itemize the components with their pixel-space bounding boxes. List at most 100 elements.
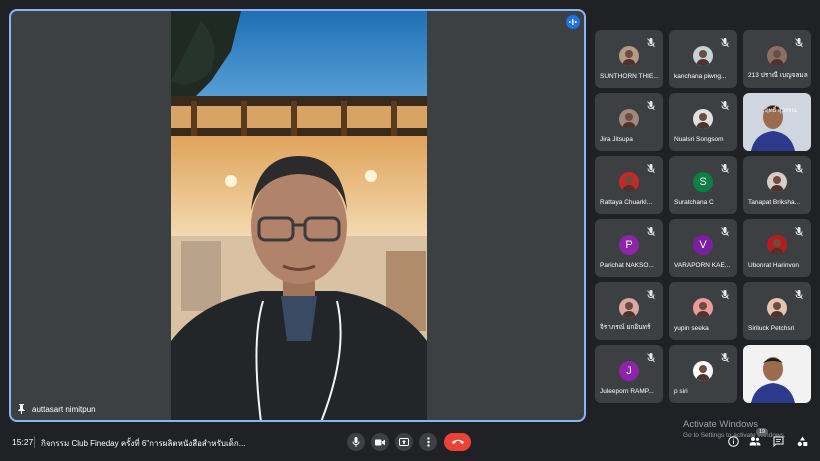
- meeting-details-button[interactable]: [726, 434, 740, 448]
- participant-name: Tanapat Briksha...: [748, 199, 801, 206]
- participant-tile[interactable]: S Suratchana C: [669, 156, 737, 214]
- microphone-button[interactable]: [347, 433, 365, 451]
- present-screen-icon: [399, 438, 409, 446]
- participant-count-badge: 19: [756, 428, 768, 436]
- avatar: [619, 109, 639, 129]
- main-speaker-tile[interactable]: auttasart nimitpun: [9, 9, 586, 422]
- mic-off-icon: [647, 98, 655, 111]
- participant-name: Parichat NAKSO...: [600, 262, 654, 269]
- participant-tile[interactable]: V VARAPORN KAE...: [669, 219, 737, 277]
- avatar: [767, 46, 787, 66]
- avatar: [767, 298, 787, 318]
- present-screen-button[interactable]: [395, 433, 413, 451]
- avatar: P: [619, 235, 639, 255]
- participant-tile[interactable]: Nualsri Songsom: [669, 93, 737, 151]
- speaking-indicator-icon: [566, 15, 580, 29]
- speaker-video: [171, 11, 427, 420]
- participant-tile[interactable]: yupin seeka: [669, 282, 737, 340]
- participant-video: [743, 93, 811, 151]
- participant-name: Siriluck Petchsri: [748, 325, 795, 332]
- people-icon: [749, 437, 761, 446]
- participant-tile[interactable]: Ubonrat Harinvon: [743, 219, 811, 277]
- participant-name: Nualsri Songsom: [674, 136, 724, 143]
- participant-name: ฤทธิ์ สุวรรณ: [765, 108, 797, 114]
- activities-icon: [797, 436, 807, 446]
- participant-name: 213 ปราณี เบญจลมล: [748, 72, 808, 79]
- mic-off-icon: [721, 350, 729, 363]
- speaker-name-label: auttasart nimitpun: [17, 404, 96, 414]
- avatar: [767, 235, 787, 255]
- avatar: J: [619, 361, 639, 381]
- mic-off-icon: [721, 161, 729, 174]
- more-vert-icon: [426, 437, 430, 447]
- chat-button[interactable]: [771, 434, 785, 448]
- bottom-control-bar: 15:27 กิจกรรม Club Fineday ครั้งที่ 6"กา…: [0, 428, 820, 461]
- participant-tile[interactable]: ฤทธิ์ สุวรรณ: [743, 93, 811, 151]
- participant-tile[interactable]: Siriluck Petchsri: [743, 282, 811, 340]
- participant-name: yupin seeka: [674, 325, 709, 332]
- mic-off-icon: [721, 287, 729, 300]
- speaker-name: auttasart nimitpun: [32, 404, 96, 414]
- clock-time: 15:27: [12, 437, 34, 447]
- participant-video: [743, 345, 811, 403]
- mic-off-icon: [795, 224, 803, 237]
- participant-tile[interactable]: Jira Jitsupa: [595, 93, 663, 151]
- avatar: [693, 361, 713, 381]
- participant-name: Juleeporn RAMP...: [600, 388, 654, 395]
- participant-name: Jira Jitsupa: [600, 136, 633, 143]
- camera-button[interactable]: [371, 433, 389, 451]
- participant-name: Suratchana C: [674, 199, 714, 206]
- meeting-title: กิจกรรม Club Fineday ครั้งที่ 6"การผลิตห…: [41, 439, 246, 448]
- participant-name: Ubonrat Harinvon: [748, 262, 799, 269]
- participant-name: kanchana piwng...: [674, 73, 727, 80]
- participant-tile[interactable]: p siri: [669, 345, 737, 403]
- participant-tile[interactable]: kanchana piwng...: [669, 30, 737, 88]
- participant-tile[interactable]: Rattaya Chuarkl...: [595, 156, 663, 214]
- end-call-button[interactable]: [444, 433, 471, 451]
- divider: [34, 436, 35, 448]
- mic-off-icon: [647, 350, 655, 363]
- participant-tile[interactable]: [743, 345, 811, 403]
- participant-tile[interactable]: P Parichat NAKSO...: [595, 219, 663, 277]
- end-call-icon: [451, 439, 464, 444]
- mic-off-icon: [795, 287, 803, 300]
- pin-icon[interactable]: [17, 404, 26, 414]
- participant-name: VARAPORN KAE...: [674, 262, 731, 269]
- speaker-video-image: [171, 11, 427, 420]
- microphone-icon: [352, 437, 360, 447]
- mic-off-icon: [795, 161, 803, 174]
- mic-off-icon: [647, 224, 655, 237]
- avatar: [767, 172, 787, 192]
- avatar: [693, 298, 713, 318]
- mic-off-icon: [647, 161, 655, 174]
- avatar: V: [693, 235, 713, 255]
- participant-tile[interactable]: จิราภรณ์ ยกอินทร์: [595, 282, 663, 340]
- mic-off-icon: [647, 35, 655, 48]
- chat-icon: [773, 436, 783, 447]
- people-button[interactable]: [748, 434, 762, 448]
- participant-name: SUNTHORN THIE...: [600, 73, 659, 80]
- participant-name: p siri: [674, 388, 688, 395]
- mic-off-icon: [721, 98, 729, 111]
- avatar: [619, 298, 639, 318]
- mic-off-icon: [647, 287, 655, 300]
- participant-tile[interactable]: 213 ปราณี เบญจลมล: [743, 30, 811, 88]
- participant-name: จิราภรณ์ ยกอินทร์: [600, 324, 651, 331]
- avatar: [693, 109, 713, 129]
- info-icon: [727, 435, 739, 447]
- avatar: [619, 172, 639, 192]
- participant-tile[interactable]: Tanapat Briksha...: [743, 156, 811, 214]
- camera-icon: [375, 439, 385, 445]
- mic-off-icon: [795, 35, 803, 48]
- activities-button[interactable]: [795, 434, 809, 448]
- participant-tile[interactable]: J Juleeporn RAMP...: [595, 345, 663, 403]
- avatar: [619, 46, 639, 66]
- more-options-button[interactable]: [419, 433, 437, 451]
- mic-off-icon: [721, 35, 729, 48]
- avatar: S: [693, 172, 713, 192]
- participant-grid: SUNTHORN THIE... kanchana piwng... 213 ปรา…: [595, 30, 815, 403]
- participant-tile[interactable]: SUNTHORN THIE...: [595, 30, 663, 88]
- participant-name: Rattaya Chuarkl...: [600, 199, 653, 206]
- mic-off-icon: [721, 224, 729, 237]
- avatar: [693, 46, 713, 66]
